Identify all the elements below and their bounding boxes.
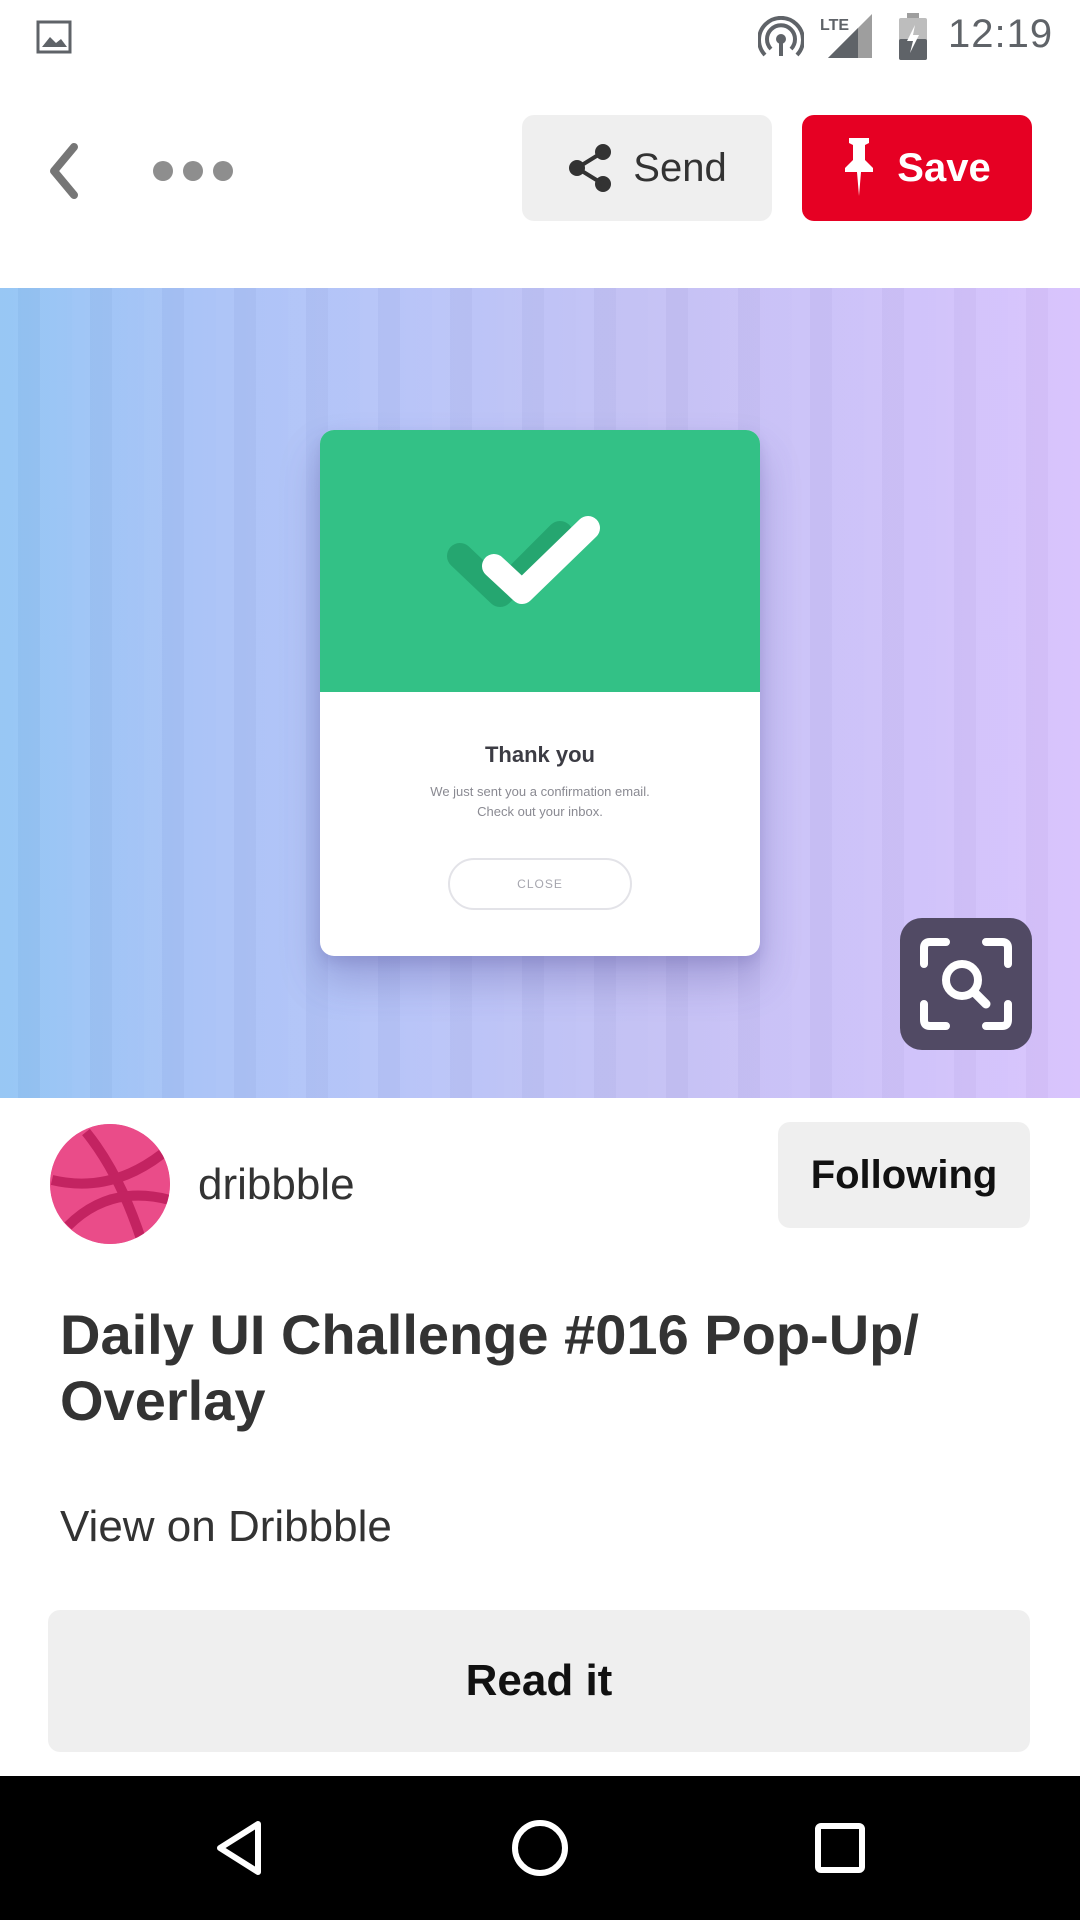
- read-it-button[interactable]: Read it: [48, 1610, 1030, 1752]
- more-dot: [213, 161, 233, 181]
- popup-message: We just sent you a confirmation email. C…: [320, 782, 760, 822]
- popup-message-line: Check out your inbox.: [477, 804, 603, 819]
- author-row: dribbble Following: [0, 1098, 1080, 1278]
- system-nav-bar: [0, 1776, 1080, 1920]
- view-source-link[interactable]: View on Dribbble: [60, 1502, 392, 1552]
- status-bar: LTE 12:19: [0, 0, 1080, 75]
- popup-close-button: CLOSE: [448, 858, 632, 910]
- pin-detail-screen: LTE 12:19 Send Save Thank you We just se…: [0, 0, 1080, 1920]
- home-circle-icon: [512, 1820, 568, 1876]
- nav-home-button[interactable]: [504, 1812, 576, 1884]
- back-button[interactable]: [36, 131, 92, 211]
- send-label: Send: [633, 145, 727, 190]
- more-options-button[interactable]: [148, 141, 238, 201]
- battery-charging-icon: [899, 13, 927, 60]
- popup-title: Thank you: [484, 742, 595, 767]
- nav-recents-button[interactable]: [804, 1812, 876, 1884]
- visual-search-button[interactable]: [900, 918, 1032, 1050]
- clock: 12:19: [948, 12, 1054, 56]
- pin-icon: [845, 138, 874, 196]
- chevron-left-icon: [50, 143, 78, 199]
- author-name[interactable]: dribbble: [198, 1160, 355, 1210]
- save-label: Save: [897, 145, 991, 190]
- recents-square-icon: [815, 1823, 865, 1873]
- double-check-icon: [447, 516, 600, 607]
- share-icon: [569, 144, 612, 192]
- following-button[interactable]: Following: [778, 1122, 1030, 1228]
- visual-search-icon: [920, 938, 1012, 1030]
- pin-title: Daily UI Challenge #016 Pop-Up/ Overlay: [60, 1303, 919, 1432]
- more-horizontal-icon: [153, 161, 173, 181]
- dribbble-logo-icon: [50, 1124, 170, 1244]
- signal-icon: LTE: [820, 14, 872, 58]
- action-bar: Send Save: [0, 75, 1080, 287]
- gallery-icon: [36, 20, 72, 54]
- pin-image[interactable]: Thank you We just sent you a confirmatio…: [0, 288, 1080, 1098]
- save-button[interactable]: Save: [802, 115, 1032, 221]
- more-dot: [183, 161, 203, 181]
- avatar[interactable]: [50, 1124, 170, 1244]
- popup-card-body: Thank you We just sent you a confirmatio…: [320, 692, 760, 956]
- nav-back-button[interactable]: [204, 1812, 276, 1884]
- send-button[interactable]: Send: [522, 115, 772, 221]
- network-label: LTE: [820, 17, 849, 34]
- back-triangle-icon: [217, 1821, 261, 1875]
- popup-card-preview: Thank you We just sent you a confirmatio…: [320, 430, 760, 956]
- popup-card-header: [320, 430, 760, 692]
- hotspot-icon: [758, 16, 804, 57]
- popup-message-line: We just sent you a confirmation email.: [430, 784, 650, 799]
